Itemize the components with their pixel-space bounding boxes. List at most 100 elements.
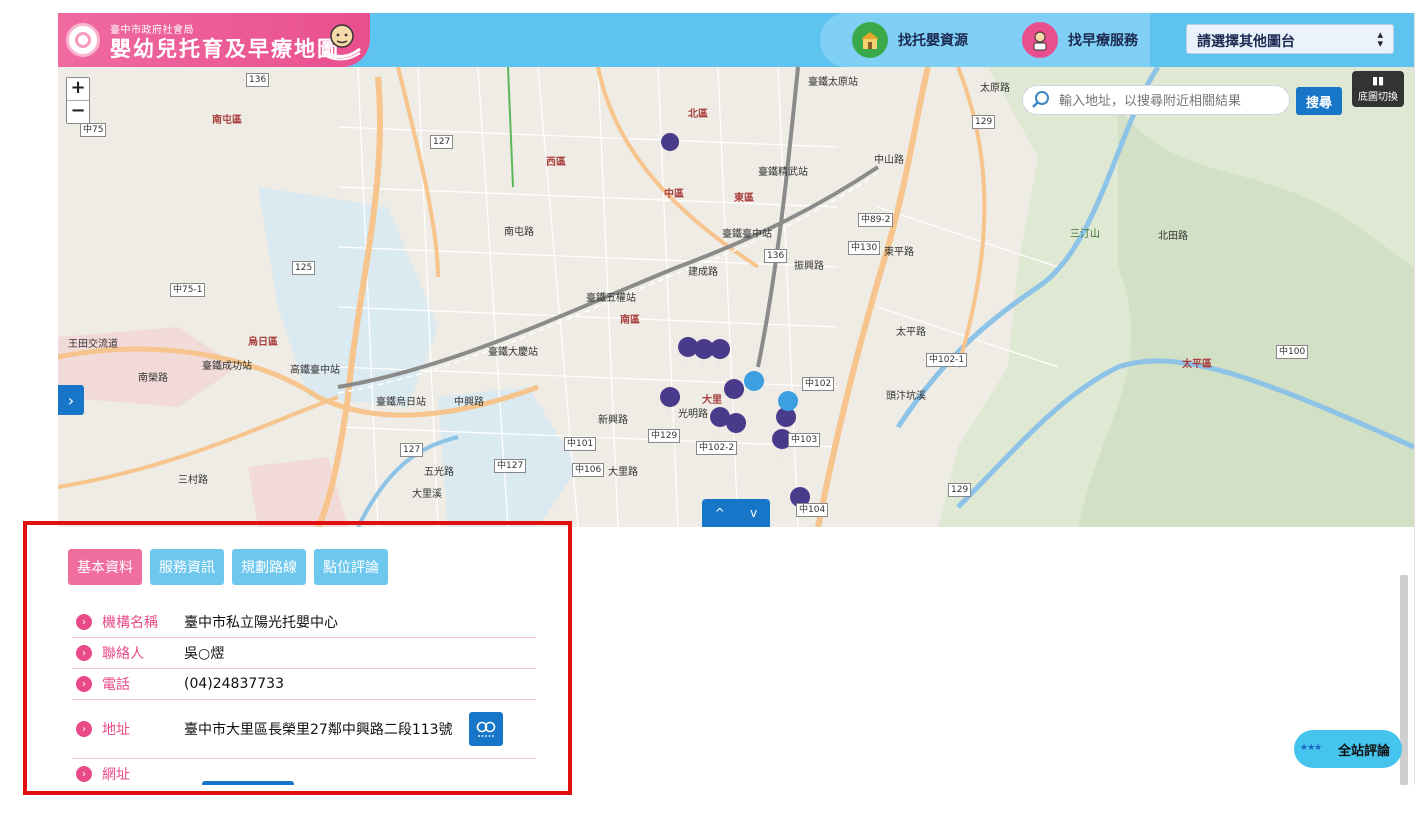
road-shield-zhong102-1: 中102-1 <box>926 353 968 367</box>
detail-tabs: 基本資料 服務資訊 規劃路線 點位評論 <box>68 549 388 585</box>
map-label-nantun: 南屯區 <box>212 115 242 126</box>
map-label-road-taiping: 太平路 <box>896 327 926 338</box>
info-label: 地址 <box>102 722 130 738</box>
info-value: 吳○熤 <box>184 646 225 662</box>
map-label-road-guangming: 光明路 <box>678 409 708 420</box>
tab-route-planning[interactable]: 規劃路線 <box>232 549 306 585</box>
map-label-road-nantun: 南屯路 <box>504 227 534 238</box>
map-label-station-chenggong: 臺鐵成功站 <box>202 361 252 372</box>
map-label-station-taiyuan: 臺鐵太原站 <box>808 77 858 88</box>
find-childcare-button[interactable]: 找托嬰資源 <box>852 21 968 59</box>
map-label-north: 北區 <box>688 109 708 120</box>
panel-expand-toggle[interactable]: ^ v <box>702 499 770 527</box>
road-shield-125: 125 <box>292 261 316 275</box>
address-search-box <box>1022 85 1290 115</box>
map-label-taiping: 太平區 <box>1182 359 1212 370</box>
brand-banner[interactable]: 臺中市政府社會局 嬰幼兒托育及早療地圖 <box>58 13 370 67</box>
chevron-right-icon: › <box>76 676 92 692</box>
find-early-intervention-label: 找早療服務 <box>1068 33 1138 49</box>
map-selector-dropdown[interactable]: 請選擇其他圖台 ▴ ▾ <box>1186 24 1394 54</box>
road-shield-zhong102-2: 中102-2 <box>696 441 738 455</box>
map-label-central: 中區 <box>664 189 684 200</box>
road-shield-129b: 129 <box>948 483 972 497</box>
tab-service-info[interactable]: 服務資訊 <box>150 549 224 585</box>
map-label-wuri: 烏日區 <box>248 337 278 348</box>
detail-panel: 基本資料 服務資訊 規劃路線 點位評論 › 機構名稱 臺中市私立陽光托嬰中心 › 聯… <box>58 527 1414 785</box>
search-button[interactable]: 搜尋 <box>1296 87 1342 115</box>
road-shield-136b: 136 <box>764 249 788 263</box>
info-label: 網址 <box>102 767 130 783</box>
locate-address-button[interactable] <box>468 712 503 746</box>
info-row-contact: › 聯絡人 吳○熤 <box>72 638 536 669</box>
zoom-control: + − <box>66 77 90 124</box>
info-row-website: › 網址 <box>72 759 536 785</box>
road-shield-zhong89-2: 中89-2 <box>858 213 894 227</box>
road-shield-127b: 127 <box>400 443 424 457</box>
map-label-road-taiyuan: 太原路 <box>980 83 1010 94</box>
info-label: 聯絡人 <box>102 646 144 662</box>
map-base-layer <box>58 67 1414 527</box>
map-label-east: 東區 <box>734 193 754 204</box>
road-shield-zhong130: 中130 <box>848 241 881 255</box>
address-search-input[interactable] <box>1057 90 1289 112</box>
info-label: 機構名稱 <box>102 615 158 631</box>
map-label-mountain: 三汀山 <box>1070 229 1100 240</box>
chevron-right-icon: › <box>76 645 92 661</box>
map-label-station-daqing: 臺鐵大慶站 <box>488 347 538 358</box>
tab-basic-info[interactable]: 基本資料 <box>68 549 142 585</box>
road-shield-zhong75: 中75 <box>80 123 107 137</box>
map-label-dali: 大里 <box>702 395 722 406</box>
zoom-out-button[interactable]: − <box>67 100 89 123</box>
map-label-south: 南區 <box>620 315 640 326</box>
basic-info-list: › 機構名稱 臺中市私立陽光托嬰中心 › 聯絡人 吳○熤 › 電話 (04)24837… <box>72 607 536 785</box>
map-label-road-zhenxing: 振興路 <box>794 261 824 272</box>
map-label-station-taichung: 臺鐵臺中站 <box>722 229 772 240</box>
info-value: 臺中市私立陽光托嬰中心 <box>184 615 338 631</box>
map-label-road-dali: 大里路 <box>608 467 638 478</box>
map-label-road-beitian: 北田路 <box>1158 231 1188 242</box>
map-label-road-dongping: 東平路 <box>884 247 914 258</box>
map-label-road-zhongshan: 中山路 <box>874 155 904 166</box>
info-row-address: › 地址 臺中市大里區長榮里27鄰中興路二段113號 <box>72 700 536 759</box>
road-shield-zhong101: 中101 <box>564 437 597 451</box>
basemap-toggle-label: 底圖切換 <box>1358 92 1398 103</box>
chevron-right-icon: › <box>76 614 92 630</box>
select-arrows-icon: ▴ ▾ <box>1377 28 1383 50</box>
header-bar: 臺中市政府社會局 嬰幼兒托育及早療地圖 找托嬰資源 找早療服務 請選擇其他圖台 … <box>58 13 1414 67</box>
road-shield-zhong100: 中100 <box>1276 345 1309 359</box>
road-shield-zhong75-1: 中75-1 <box>170 283 206 297</box>
map-label-west: 西區 <box>546 157 566 168</box>
map-layers-icon: ▮▮ <box>1371 74 1385 87</box>
chevron-right-icon: › <box>76 721 92 737</box>
map-label-river-dali: 大里溪 <box>412 489 442 500</box>
road-shield-zhong106: 中106 <box>572 463 605 477</box>
map-label-road-wangtian: 王田交流道 <box>68 339 118 350</box>
building-icon <box>852 22 888 58</box>
chevron-down-icon[interactable]: v <box>750 506 757 520</box>
road-shield-zhong127: 中127 <box>494 459 527 473</box>
panel-action-button[interactable] <box>202 781 294 785</box>
tab-point-reviews[interactable]: 點位評論 <box>314 549 388 585</box>
sidebar-toggle-button[interactable]: › <box>58 385 84 415</box>
map-label-river-touzhuang: 頭汴坑溪 <box>886 391 926 402</box>
info-value: (04)24837733 <box>184 676 284 692</box>
find-early-intervention-button[interactable]: 找早療服務 <box>1022 21 1138 59</box>
find-childcare-label: 找托嬰資源 <box>898 33 968 49</box>
road-shield-129: 129 <box>972 115 996 129</box>
basemap-toggle-button[interactable]: ▮▮ 底圖切換 <box>1352 71 1404 107</box>
site-review-button[interactable]: ★★★ 全站評論 <box>1294 730 1402 768</box>
map-label-road-sancun: 三村路 <box>178 475 208 486</box>
map-label-hsr-taichung: 高鐵臺中站 <box>290 365 340 376</box>
map-label-road-nanrong: 南榮路 <box>138 373 168 384</box>
map-pin-icon <box>476 721 495 737</box>
map-label-station-jingwu: 臺鐵精武站 <box>758 167 808 178</box>
agency-logo-icon <box>66 23 100 57</box>
app-window: 臺中市政府社會局 嬰幼兒托育及早療地圖 找托嬰資源 找早療服務 請選擇其他圖台 … <box>58 13 1415 785</box>
road-shield-zhong103: 中103 <box>788 433 821 447</box>
road-shield-127: 127 <box>430 135 454 149</box>
chevron-up-icon[interactable]: ^ <box>715 506 725 520</box>
info-row-name: › 機構名稱 臺中市私立陽光托嬰中心 <box>72 607 536 638</box>
map-canvas[interactable]: 南屯區 北區 西區 中區 東區 南區 烏日區 大里 太平區 臺鐵臺中站 臺鐵五權… <box>58 67 1414 527</box>
zoom-in-button[interactable]: + <box>67 78 89 100</box>
map-label-station-wuquan: 臺鐵五權站 <box>586 293 636 304</box>
